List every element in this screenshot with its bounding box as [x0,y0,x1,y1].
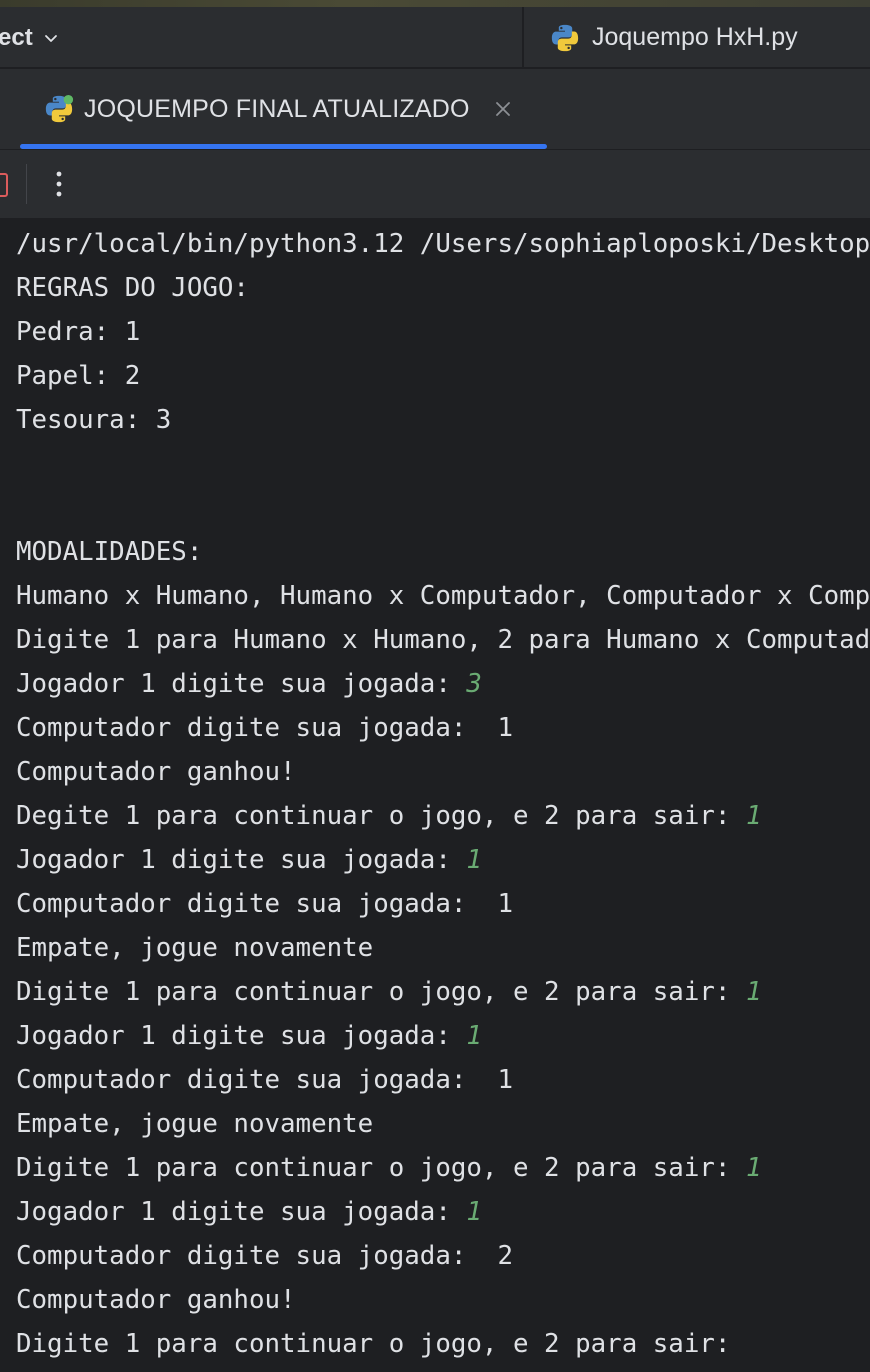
console-line-text: Computador ganhou! [16,1285,296,1315]
console-user-input: 1 [745,801,762,831]
project-label: ect [0,23,33,51]
console-line-text: Empate, jogue novamente [16,933,374,963]
console-line: Computador digite sua jogada: 1 [16,710,513,746]
console-line: Digite 1 para continuar o jogo, e 2 para… [16,1150,762,1186]
window-top-edge [0,0,870,7]
console-line-text: Jogador 1 digite sua jogada: [16,845,467,875]
run-toolbar [0,150,870,218]
console-line-text: Computador digite sua jogada: 2 [16,1241,513,1271]
console-line-text: Computador digite sua jogada: 1 [16,1065,513,1095]
toolbar-divider [26,164,27,204]
console-line: Jogador 1 digite sua jogada: 1 [16,1018,482,1054]
console-line: Empate, jogue novamente [16,1106,373,1142]
console-line-text: Computador ganhou! [16,757,296,787]
console-line: Computador ganhou! [16,1282,296,1318]
console-user-input: 1 [466,1197,482,1227]
stop-icon[interactable] [0,173,8,197]
run-tab-bar: JOQUEMPO FINAL ATUALIZADO [0,69,870,149]
console-line: Digite 1 para Humano x Humano, 2 para Hu… [16,622,870,658]
console-user-input: 1 [745,1153,762,1183]
console-line: Digite 1 para continuar o jogo, e 2 para… [16,1326,730,1362]
console-line: Jogador 1 digite sua jogada: 1 [16,842,482,878]
console-line-text: REGRAS DO JOGO: [16,273,249,303]
console-line-text: Digite 1 para Humano x Humano, 2 para Hu… [16,625,870,655]
console-line-text: Jogador 1 digite sua jogada: [16,1021,467,1051]
console-line: Computador digite sua jogada: 2 [16,1238,513,1274]
console-user-input: 1 [745,977,762,1007]
console-output[interactable]: /usr/local/bin/python3.12 /Users/sophiap… [0,218,870,1372]
run-tab-joquempo-final[interactable]: JOQUEMPO FINAL ATUALIZADO [20,69,547,149]
console-line: Pedra: 1 [16,314,140,350]
console-line-text: Computador digite sua jogada: 1 [16,889,513,919]
project-selector[interactable]: ect [0,7,59,68]
console-line-text: Digite 1 para continuar o jogo, e 2 para… [16,1153,746,1183]
console-line: Computador digite sua jogada: 1 [16,886,513,922]
python-icon [551,24,579,51]
console-line-text: Jogador 1 digite sua jogada: [16,669,467,699]
console-line: MODALIDADES: [16,534,202,570]
console-user-input: 1 [466,845,482,875]
console-line-text: Humano x Humano, Humano x Computador, Co… [16,581,870,611]
close-icon[interactable] [494,100,512,118]
console-user-input: 3 [466,669,482,699]
console-line: Jogador 1 digite sua jogada: 3 [16,666,482,702]
console-line-text: Computador digite sua jogada: 1 [16,713,513,743]
console-line: Computador digite sua jogada: 1 [16,1062,513,1098]
console-line-text: Tesoura: 3 [16,405,172,435]
console-line-text: MODALIDADES: [16,537,203,567]
console-line-text: Digite 1 para continuar o jogo, e 2 para… [16,977,746,1007]
console-line-text: /usr/local/bin/python3.12 /Users/sophiap… [16,229,870,259]
console-line: Tesoura: 3 [16,402,171,438]
editor-tab-joquempo-hxh[interactable]: Joquempo HxH.py [524,7,870,68]
chevron-down-icon [44,34,57,42]
console-line-text: Digite 1 para continuar o jogo, e 2 para… [16,1329,731,1359]
console-line: Humano x Humano, Humano x Computador, Co… [16,578,870,614]
python-run-icon [45,94,74,123]
console-line-text: Degite 1 para continuar o jogo, e 2 para… [16,801,746,831]
console-line: Jogador 1 digite sua jogada: 1 [16,1194,482,1230]
console-user-input: 1 [466,1021,482,1051]
console-line-text: Pedra: 1 [16,317,141,347]
console-line-text: Jogador 1 digite sua jogada: [16,1197,467,1227]
editor-tab-label: Joquempo HxH.py [592,23,798,51]
console-line: Digite 1 para continuar o jogo, e 2 para… [16,974,762,1010]
console-line: /usr/local/bin/python3.12 /Users/sophiap… [16,226,870,262]
console-line: REGRAS DO JOGO: [16,270,249,306]
console-line: Computador ganhou! [16,754,296,790]
more-vertical-icon[interactable] [48,166,70,202]
console-line: Empate, jogue novamente [16,930,373,966]
run-tab-label: JOQUEMPO FINAL ATUALIZADO [84,94,470,123]
console-line-text: Empate, jogue novamente [16,1109,374,1139]
console-line-text: Papel: 2 [16,361,141,391]
console-line: Papel: 2 [16,358,140,394]
console-line: Degite 1 para continuar o jogo, e 2 para… [16,798,762,834]
